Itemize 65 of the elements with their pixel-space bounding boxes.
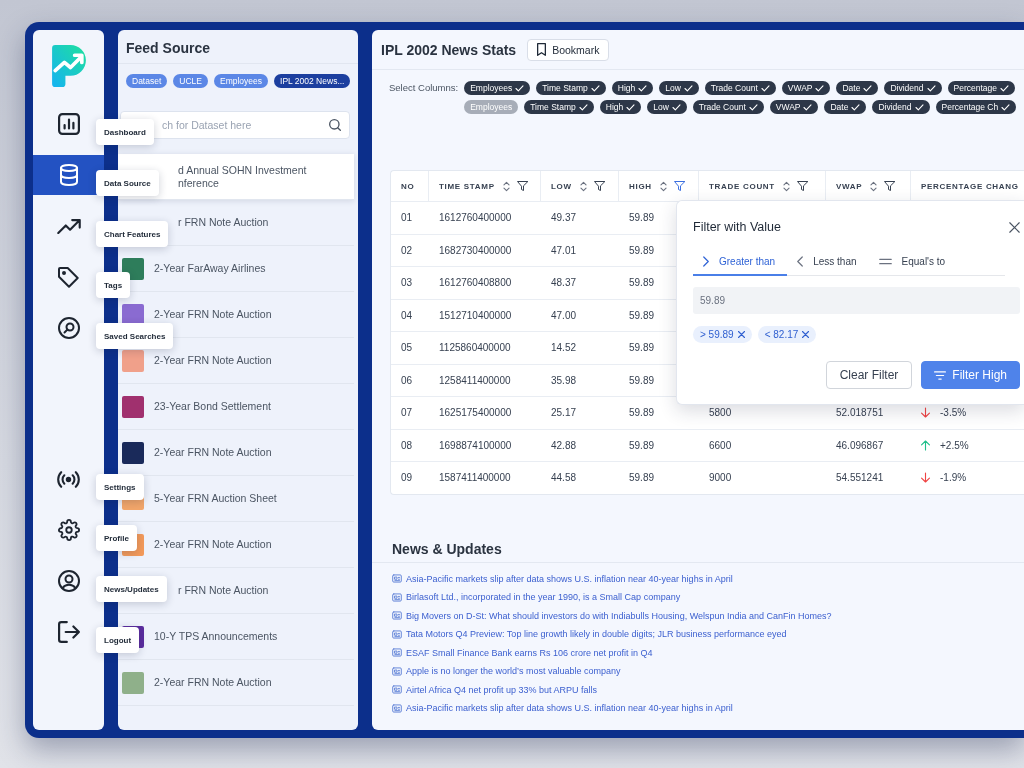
table-cell-text: 02: [400, 243, 414, 258]
table-cell-text: 1258411400000: [438, 373, 512, 388]
table-cell-text: 59.89: [628, 243, 656, 258]
table-cell-text: 1125860400000: [438, 341, 512, 356]
table-cell-text: 59.89: [628, 406, 656, 421]
sidebar-tooltip: Profile: [96, 525, 137, 551]
column-header: LOW: [551, 181, 572, 191]
column-header: PERCENTAGE CHANG: [921, 181, 1019, 191]
table-cell-text: 14.52: [550, 341, 578, 356]
table-cell-text: 59.89: [628, 276, 656, 291]
table-cell-text: 49.37: [550, 211, 578, 226]
table-cell-text: 59.89: [628, 373, 656, 388]
table-cell-text: 1587411400000: [438, 471, 512, 486]
table-cell: -3.5%: [940, 407, 967, 419]
table-cell-text: 52.018751: [835, 406, 885, 421]
sidebar-tooltip: Saved Searches: [96, 323, 174, 349]
table-cell-text: 47.00: [550, 308, 578, 323]
sidebar-tooltip: Chart Features: [96, 221, 169, 247]
table-cell-text: 09: [400, 471, 414, 486]
section-title: News & Updates: [392, 540, 502, 557]
column-header: NO: [401, 181, 415, 191]
table-cell-text: 59.89: [628, 308, 656, 323]
table-cell-text: 25.17: [550, 406, 578, 421]
table-cell-text: 08: [400, 438, 414, 453]
table-cell-text: 04: [400, 308, 414, 323]
table-cell-text: 48.37: [550, 276, 578, 291]
popover-title: Filter with Value: [693, 220, 781, 234]
table-cell-text: 1612760400000: [438, 211, 513, 226]
table-cell: +2.5%: [940, 439, 969, 451]
table-cell-text: 9000: [708, 471, 733, 486]
table-cell-text: 59.89: [628, 471, 656, 486]
table-cell-text: 35.98: [550, 373, 578, 388]
field-label: Select Columns:: [389, 81, 459, 95]
table-cell-text: 05: [400, 341, 414, 356]
column-header: VWAP: [836, 181, 863, 191]
table-cell-text: 54.551241: [835, 471, 885, 486]
table-cell-text: 01: [400, 211, 414, 226]
table-cell-text: 59.89: [628, 438, 656, 453]
column-header: TIME STAMP: [439, 181, 495, 191]
table-cell-text: 42.88: [550, 438, 578, 453]
table-cell-text: 47.01: [550, 243, 578, 258]
table-cell-text: 1612760408800: [438, 276, 513, 291]
table-cell-text: 07: [400, 406, 414, 421]
panel-title: Feed Source: [126, 39, 212, 57]
table-cell-text: 59.89: [628, 341, 656, 356]
sidebar-tooltip: Data Source: [96, 170, 159, 196]
column-header: TRADE COUNT: [709, 181, 775, 191]
sidebar-tooltip: News/Updates: [96, 576, 167, 602]
sidebar-tooltip: Dashboard: [96, 119, 154, 145]
page-title: IPL 2002 News Stats: [381, 41, 517, 58]
table-cell-text: 1625175400000: [438, 406, 513, 421]
table-cell-text: 5800: [708, 406, 733, 421]
table-cell-text: 44.58: [550, 471, 578, 486]
table-cell-text: 1682730400000: [438, 243, 513, 258]
sidebar-tooltip: Settings: [96, 474, 144, 500]
table-cell-text: 6600: [708, 438, 733, 453]
table-cell-text: 06: [400, 373, 414, 388]
table-cell-text: 03: [400, 276, 414, 291]
table-cell-text: 1512710400000: [438, 308, 513, 323]
sidebar-tooltip: Logout: [96, 627, 140, 653]
column-header: HIGH: [629, 181, 652, 191]
sidebar-tooltip: Tags: [96, 272, 131, 298]
table-cell-text: 46.096867: [835, 438, 885, 453]
table-cell: -1.9%: [940, 472, 967, 484]
table-cell-text: 1698874100000: [438, 438, 513, 453]
